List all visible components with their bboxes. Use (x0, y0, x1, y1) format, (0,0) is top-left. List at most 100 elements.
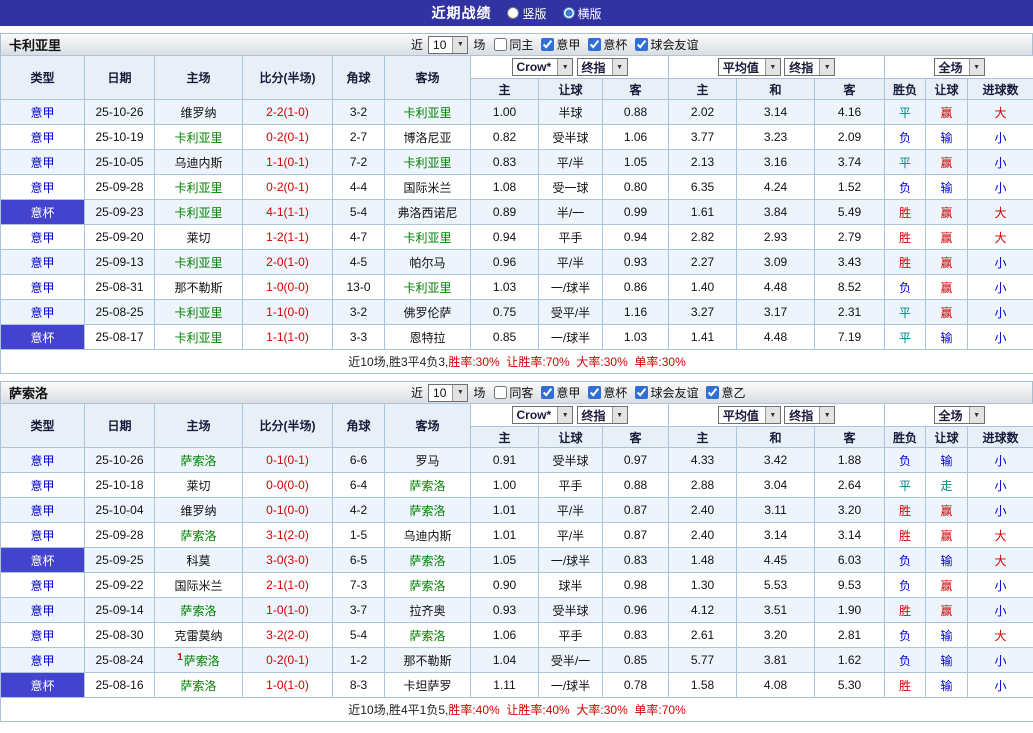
home-team-cell[interactable]: 卡利亚里 (155, 300, 243, 325)
col-date: 日期 (85, 56, 155, 100)
filter-checkbox-意乙[interactable]: 意乙 (706, 384, 745, 401)
filter-checkbox-意杯[interactable]: 意杯 (588, 384, 627, 401)
away-team-cell[interactable]: 萨索洛 (385, 623, 471, 648)
match-count-select[interactable]: 10▼ (428, 36, 468, 54)
away-team-cell[interactable]: 卡利亚里 (385, 275, 471, 300)
checkbox-input[interactable] (635, 38, 648, 51)
layout-option-horizontal[interactable]: 横版 (563, 5, 602, 22)
home-team-cell[interactable]: 克雷莫纳 (155, 623, 243, 648)
away-team-cell[interactable]: 萨索洛 (385, 498, 471, 523)
handicap-result-cell: 赢 (926, 275, 968, 300)
checkbox-input[interactable] (588, 386, 601, 399)
horizontal-radio-input[interactable] (563, 7, 575, 19)
away-team-cell[interactable]: 罗马 (385, 448, 471, 473)
odds-home-cell: 0.85 (471, 325, 539, 350)
away-team-cell[interactable]: 那不勒斯 (385, 648, 471, 673)
home-team-cell[interactable]: 卡利亚里 (155, 200, 243, 225)
away-team-cell[interactable]: 乌迪内斯 (385, 523, 471, 548)
checkbox-label: 意甲 (556, 36, 580, 53)
average-select[interactable]: 平均值▼ (718, 58, 781, 76)
match-row: 意甲25-09-22国际米兰2-1(1-0)7-3萨索洛0.90球半0.981.… (1, 573, 1033, 598)
home-team-cell[interactable]: 萨索洛 (155, 598, 243, 623)
checkbox-input[interactable] (588, 38, 601, 51)
checkbox-input[interactable] (494, 38, 507, 51)
away-team-cell[interactable]: 弗洛西诺尼 (385, 200, 471, 225)
handicap-result-cell: 输 (926, 673, 968, 698)
home-team-cell[interactable]: 那不勒斯 (155, 275, 243, 300)
away-team-cell[interactable]: 萨索洛 (385, 548, 471, 573)
score-cell: 3-2(2-0) (243, 623, 333, 648)
home-team-cell[interactable]: 维罗纳 (155, 498, 243, 523)
filter-checkbox-意杯[interactable]: 意杯 (588, 36, 627, 53)
score-cell: 0-0(0-0) (243, 473, 333, 498)
away-team-cell[interactable]: 佛罗伦萨 (385, 300, 471, 325)
col-type: 类型 (1, 404, 85, 448)
goals-result-cell: 小 (968, 300, 1033, 325)
home-team-cell[interactable]: 萨索洛 (155, 448, 243, 473)
home-team-cell[interactable]: 国际米兰 (155, 573, 243, 598)
odds-time-select[interactable]: 终指▼ (577, 58, 628, 76)
away-team-cell[interactable]: 帕尔马 (385, 250, 471, 275)
away-team-cell[interactable]: 国际米兰 (385, 175, 471, 200)
away-team-cell[interactable]: 博洛尼亚 (385, 125, 471, 150)
checkbox-input[interactable] (541, 386, 554, 399)
filter-checkbox-意甲[interactable]: 意甲 (541, 36, 580, 53)
match-type-cell: 意甲 (1, 275, 85, 300)
home-team-cell[interactable]: 莱切 (155, 473, 243, 498)
away-team-cell[interactable]: 恩特拉 (385, 325, 471, 350)
home-team-cell[interactable]: 科莫 (155, 548, 243, 573)
goals-result-cell: 小 (968, 598, 1033, 623)
odds-handicap-cell: 一/球半 (539, 548, 603, 573)
checkbox-input[interactable] (494, 386, 507, 399)
checkbox-input[interactable] (635, 386, 648, 399)
checkbox-input[interactable] (541, 38, 554, 51)
away-team-cell[interactable]: 卡坦萨罗 (385, 673, 471, 698)
result-cell: 负 (885, 448, 926, 473)
filter-checkbox-同主[interactable]: 同主 (494, 36, 533, 53)
home-team-cell[interactable]: 乌迪内斯 (155, 150, 243, 175)
match-row: 意甲25-09-20莱切1-2(1-1)4-7卡利亚里0.94平手0.942.8… (1, 225, 1033, 250)
home-team-cell[interactable]: 1萨索洛 (155, 648, 243, 673)
layout-option-vertical[interactable]: 竖版 (507, 5, 546, 22)
odds-company-select[interactable]: Crow*▼ (512, 406, 574, 424)
away-team-cell[interactable]: 拉齐奥 (385, 598, 471, 623)
filter-checkbox-球会友谊[interactable]: 球会友谊 (635, 36, 698, 53)
average-time-select[interactable]: 终指▼ (784, 58, 835, 76)
home-team-cell[interactable]: 维罗纳 (155, 100, 243, 125)
odds-away-cell: 0.83 (603, 548, 669, 573)
away-team-cell[interactable]: 卡利亚里 (385, 150, 471, 175)
avg-away-cell: 5.30 (815, 673, 885, 698)
match-date-cell: 25-09-28 (85, 523, 155, 548)
result-cell: 平 (885, 150, 926, 175)
home-team-cell[interactable]: 卡利亚里 (155, 175, 243, 200)
avg-away-cell: 2.09 (815, 125, 885, 150)
goals-result-cell: 大 (968, 548, 1033, 573)
filter-checkbox-意甲[interactable]: 意甲 (541, 384, 580, 401)
scope-select[interactable]: 全场▼ (934, 58, 985, 76)
col-avg-draw: 和 (737, 79, 815, 100)
vertical-radio-input[interactable] (507, 7, 519, 19)
home-team-cell[interactable]: 卡利亚里 (155, 250, 243, 275)
match-date-cell: 25-08-16 (85, 673, 155, 698)
odds-time-select[interactable]: 终指▼ (577, 406, 628, 424)
match-count-select[interactable]: 10▼ (428, 384, 468, 402)
home-team-cell[interactable]: 萨索洛 (155, 523, 243, 548)
odds-away-cell: 1.05 (603, 150, 669, 175)
away-team-cell[interactable]: 卡利亚里 (385, 100, 471, 125)
home-team-cell[interactable]: 萨索洛 (155, 673, 243, 698)
scope-select[interactable]: 全场▼ (934, 406, 985, 424)
average-select[interactable]: 平均值▼ (718, 406, 781, 424)
home-team-cell[interactable]: 卡利亚里 (155, 125, 243, 150)
away-team-cell[interactable]: 萨索洛 (385, 473, 471, 498)
filter-checkbox-球会友谊[interactable]: 球会友谊 (635, 384, 698, 401)
average-time-select[interactable]: 终指▼ (784, 406, 835, 424)
avg-draw-cell: 4.45 (737, 548, 815, 573)
checkbox-input[interactable] (706, 386, 719, 399)
filter-checkbox-同客[interactable]: 同客 (494, 384, 533, 401)
home-team-cell[interactable]: 卡利亚里 (155, 325, 243, 350)
odds-company-select[interactable]: Crow*▼ (512, 58, 574, 76)
away-team-cell[interactable]: 卡利亚里 (385, 225, 471, 250)
home-team-cell[interactable]: 莱切 (155, 225, 243, 250)
average-odds-header: 平均值▼ 终指▼ (669, 56, 885, 79)
away-team-cell[interactable]: 萨索洛 (385, 573, 471, 598)
